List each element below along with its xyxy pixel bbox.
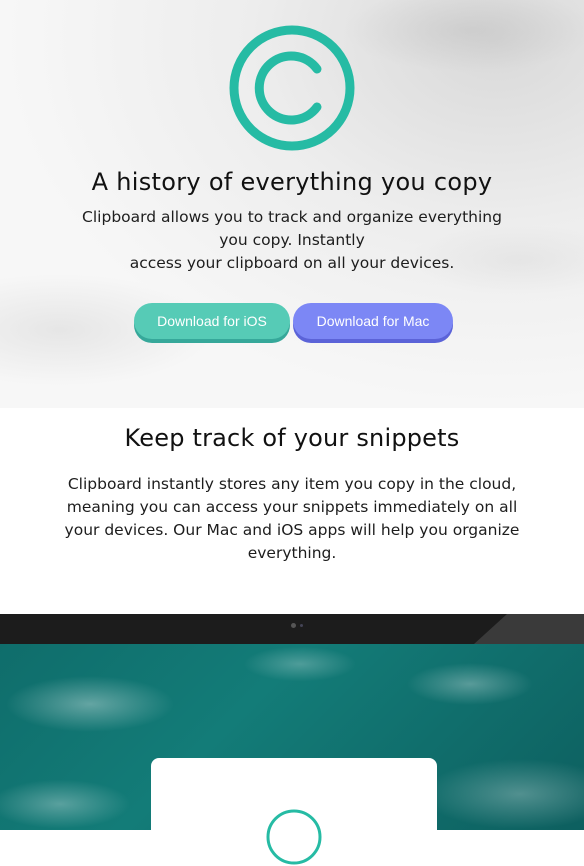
clipboard-logo-icon	[229, 25, 355, 151]
snippets-title: Keep track of your snippets	[124, 424, 460, 452]
snippets-description: Clipboard instantly stores any item you …	[48, 473, 536, 565]
laptop-sensor-icon	[300, 624, 303, 627]
snippets-description-line: meaning you can access your snippets imm…	[66, 498, 518, 516]
laptop-bezel	[0, 614, 584, 644]
laptop-camera-icon	[291, 623, 296, 628]
snippets-description-line: everything.	[247, 544, 337, 562]
download-ios-button[interactable]: Download for iOS	[134, 303, 290, 339]
hero-description-line: Clipboard allows you to track and organi…	[82, 208, 502, 226]
hero-description: Clipboard allows you to track and organi…	[64, 206, 520, 275]
snippets-description-line: your devices. Our Mac and iOS apps will …	[64, 521, 520, 539]
card-logo-icon	[266, 809, 322, 865]
hero-description-line: access your clipboard on all your device…	[129, 254, 455, 272]
hero-section: A history of everything you copy Clipboa…	[0, 0, 584, 408]
snippets-description-line: Clipboard instantly stores any item you …	[67, 475, 517, 493]
download-mac-button[interactable]: Download for Mac	[293, 303, 453, 339]
hero-title: A history of everything you copy	[91, 168, 493, 196]
hero-description-line: you copy. Instantly	[219, 231, 365, 249]
